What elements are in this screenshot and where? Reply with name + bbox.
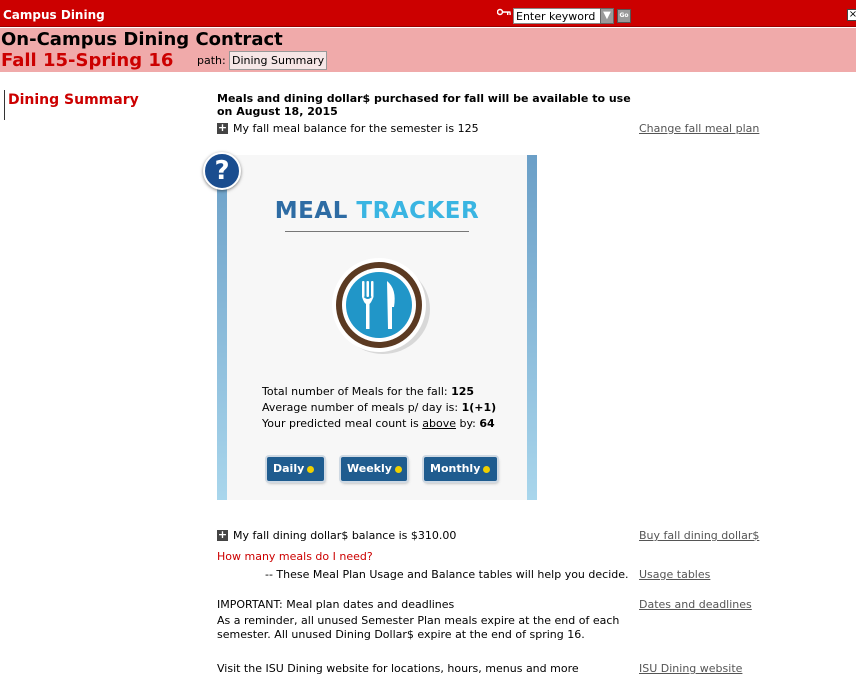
breadcrumb[interactable]: Dining Summary [229, 51, 328, 70]
weekly-button[interactable]: Weekly [341, 457, 407, 481]
close-icon[interactable]: × [847, 9, 856, 21]
usage-tables-description: -- These Meal Plan Usage and Balance tab… [265, 568, 629, 581]
usage-tables-link[interactable]: Usage tables [639, 568, 710, 581]
change-meal-plan-link[interactable]: Change fall meal plan [639, 122, 759, 135]
buy-dining-dollars-link[interactable]: Buy fall dining dollar$ [639, 529, 759, 542]
dates-deadlines-link[interactable]: Dates and deadlines [639, 598, 752, 611]
go-button[interactable]: Go [617, 9, 631, 23]
expiration-reminder: As a reminder, all unused Semester Plan … [217, 614, 620, 641]
expand-icon[interactable]: + [217, 529, 228, 541]
weekly-button-label: Weekly [347, 462, 392, 475]
top-bar: Campus Dining ▼ Go × [0, 0, 856, 27]
sidebar: Dining Summary [4, 90, 206, 120]
arrow-down-icon[interactable]: ▼ [600, 8, 614, 24]
app-title: Campus Dining [3, 8, 105, 22]
isu-dining-website-link[interactable]: ISU Dining website [639, 662, 742, 675]
page-header: On-Campus Dining Contract Fall 15-Spring… [0, 28, 856, 72]
availability-notice: Meals and dining dollar$ purchased for f… [217, 92, 631, 118]
path-label: path: [197, 54, 226, 67]
meal-tracker-title: MEAL TRACKER [227, 198, 527, 224]
meal-tracker-card: MEAL TRACKER Total number of Meals for t… [227, 155, 527, 500]
predicted-by-label: by: [459, 417, 476, 430]
total-meals-stat: Total number of Meals for the fall: 125 [262, 385, 474, 398]
daily-button-label: Daily [273, 462, 305, 475]
meal-tracker-title-part2: TRACKER [356, 198, 480, 224]
visit-dining-text: Visit the ISU Dining website for locatio… [217, 662, 579, 675]
help-icon[interactable]: ? [203, 152, 241, 190]
plate-utensils-icon [332, 258, 430, 354]
predicted-meals-label: Your predicted meal count is [262, 417, 419, 430]
yellow-dot-icon [394, 465, 402, 473]
predicted-meals-value: 64 [479, 417, 495, 430]
dollar-balance-text: My fall dining dollar$ balance is $310.0… [233, 529, 457, 542]
meal-tracker-title-part1: MEAL [274, 198, 348, 224]
meal-tracker-panel: MEAL TRACKER Total number of Meals for t… [217, 155, 537, 500]
divider [285, 231, 469, 232]
average-meals-stat: Average number of meals p/ day is: 1(+1) [262, 401, 496, 414]
meal-balance-text: My fall meal balance for the semester is… [233, 122, 479, 135]
yellow-dot-icon [483, 465, 491, 473]
predicted-meals-stat: Your predicted meal count is above by: 6… [262, 417, 495, 430]
total-meals-value: 125 [451, 385, 475, 398]
monthly-button-label: Monthly [430, 462, 481, 475]
monthly-button[interactable]: Monthly [424, 457, 497, 481]
search-input[interactable] [513, 8, 601, 24]
sidebar-item-dining-summary[interactable]: Dining Summary [8, 92, 139, 108]
average-meals-value: 1(+1) [461, 401, 497, 414]
term-title: Fall 15-Spring 16 [1, 50, 174, 71]
how-many-meals-link[interactable]: How many meals do I need? [217, 550, 373, 563]
important-title: IMPORTANT: Meal plan dates and deadlines [217, 598, 455, 611]
key-icon [497, 8, 511, 16]
predicted-above-link[interactable]: above [422, 417, 456, 430]
total-meals-label: Total number of Meals for the fall: [262, 385, 448, 398]
page-title: On-Campus Dining Contract [1, 29, 283, 50]
daily-button[interactable]: Daily [267, 457, 324, 481]
expand-icon[interactable]: + [217, 122, 228, 134]
average-meals-label: Average number of meals p/ day is: [262, 401, 459, 414]
yellow-dot-icon [307, 465, 315, 473]
